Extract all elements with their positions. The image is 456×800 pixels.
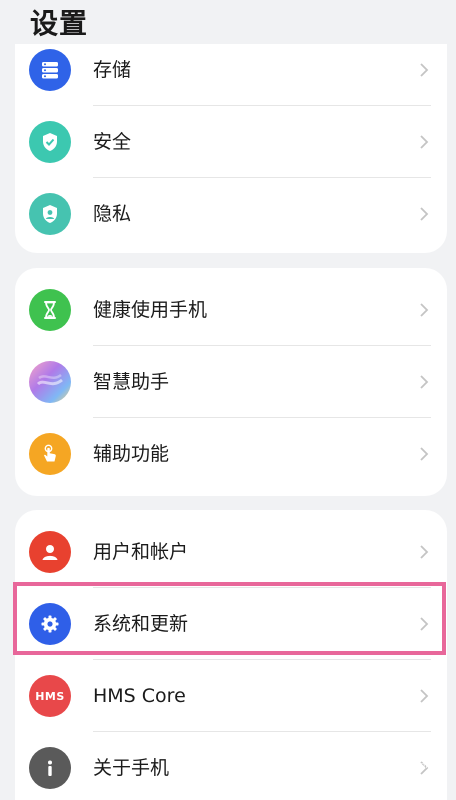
settings-item-label: 健康使用手机 <box>93 299 208 321</box>
settings-item-storage[interactable]: 存储 <box>15 44 447 106</box>
chevron-right-icon <box>420 375 429 389</box>
settings-item-digital-balance[interactable]: 健康使用手机 <box>15 274 447 346</box>
hms-icon-text: HMS <box>35 689 65 703</box>
info-icon <box>29 747 71 789</box>
settings-item-label: 系统和更新 <box>93 613 189 635</box>
hand-tap-icon <box>29 433 71 475</box>
settings-item-users-accounts[interactable]: 用户和帐户 <box>15 516 447 588</box>
chevron-right-icon <box>420 761 429 775</box>
privacy-shield-icon <box>29 193 71 235</box>
storage-icon <box>29 49 71 91</box>
chevron-right-icon <box>420 303 429 317</box>
settings-item-label: 关于手机 <box>93 757 170 779</box>
page-title: 设置 <box>30 7 89 40</box>
settings-item-label: 智慧助手 <box>93 371 170 393</box>
settings-item-label: 安全 <box>93 131 132 153</box>
settings-item-about-phone[interactable]: 关于手机 <box>15 732 447 800</box>
settings-item-label: 辅助功能 <box>93 443 170 465</box>
settings-item-accessibility[interactable]: 辅助功能 <box>15 418 447 490</box>
chevron-right-icon <box>420 617 429 631</box>
settings-item-privacy[interactable]: 隐私 <box>15 178 447 250</box>
settings-item-label: HMS Core <box>93 685 186 707</box>
chevron-right-icon <box>420 135 429 149</box>
user-icon <box>29 531 71 573</box>
settings-group-2: 健康使用手机 智慧助手 辅助功能 <box>15 268 447 496</box>
gear-icon <box>29 603 71 645</box>
hms-icon: HMS <box>29 675 71 717</box>
settings-group-1: 存储 安全 隐私 <box>15 44 447 253</box>
assistant-orb-icon <box>29 361 71 403</box>
chevron-right-icon <box>420 447 429 461</box>
settings-item-label: 用户和帐户 <box>93 541 189 563</box>
chevron-right-icon <box>420 207 429 221</box>
settings-item-label: 隐私 <box>93 203 132 225</box>
chevron-right-icon <box>420 545 429 559</box>
chevron-right-icon <box>420 63 429 77</box>
settings-item-hms-core[interactable]: HMS HMS Core <box>15 660 447 732</box>
settings-item-label: 存储 <box>93 59 132 81</box>
settings-group-3: 用户和帐户 系统和更新 HMS HMS Core 关于手机 <box>15 510 447 800</box>
shield-check-icon <box>29 121 71 163</box>
settings-item-smart-assistant[interactable]: 智慧助手 <box>15 346 447 418</box>
chevron-right-icon <box>420 689 429 703</box>
hourglass-icon <box>29 289 71 331</box>
settings-item-system-updates[interactable]: 系统和更新 <box>15 588 447 660</box>
settings-item-security[interactable]: 安全 <box>15 106 447 178</box>
